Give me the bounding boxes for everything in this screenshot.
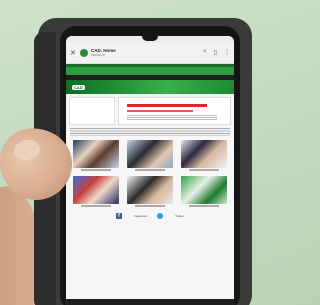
- photo-scene: ✕ CAD. Home cad.sc.in < ▯ ⋮ CAD f Facebo…: [0, 0, 290, 305]
- facebook-label[interactable]: Facebook: [134, 214, 147, 218]
- gallery-caption: [189, 169, 220, 171]
- announcement-text-lines: [127, 115, 217, 120]
- share-icon[interactable]: <: [203, 49, 207, 56]
- announcement-line-2[interactable]: [127, 110, 193, 112]
- browser-toolbar: ✕ CAD. Home cad.sc.in < ▯ ⋮: [66, 43, 234, 64]
- gallery-caption: [189, 205, 220, 207]
- gallery-item[interactable]: [125, 176, 174, 207]
- gallery-image[interactable]: [126, 140, 173, 168]
- gallery-item[interactable]: [71, 140, 120, 171]
- twitter-icon[interactable]: [157, 213, 164, 219]
- site-banner: CAD: [66, 80, 234, 94]
- gallery-image[interactable]: [181, 140, 228, 168]
- notice-text: [70, 128, 230, 136]
- gallery-caption: [134, 169, 165, 171]
- news-panel-right: [118, 97, 231, 125]
- site-logo[interactable]: CAD: [72, 84, 85, 90]
- social-links: f Facebook Twitter: [66, 213, 234, 219]
- phone-screen: ✕ CAD. Home cad.sc.in < ▯ ⋮ CAD f Facebo…: [66, 36, 234, 305]
- menu-dots-icon[interactable]: ⋮: [224, 49, 230, 56]
- photo-gallery: [71, 140, 229, 207]
- gallery-item[interactable]: [180, 176, 229, 207]
- camera-notch: [142, 36, 158, 41]
- close-icon[interactable]: ✕: [70, 49, 80, 57]
- site-favicon-icon: [80, 49, 88, 57]
- twitter-label[interactable]: Twitter: [175, 214, 184, 218]
- status-bar: [66, 36, 234, 43]
- gallery-item[interactable]: [180, 140, 229, 171]
- bookmark-icon[interactable]: ▯: [214, 49, 217, 56]
- gallery-image[interactable]: [126, 176, 173, 204]
- page-url: cad.sc.in: [91, 53, 105, 57]
- gallery-image[interactable]: [72, 176, 119, 204]
- facebook-icon[interactable]: f: [115, 213, 122, 219]
- gallery-caption: [80, 169, 111, 171]
- news-panel: [69, 97, 231, 125]
- browser-actions: < ▯ ⋮: [203, 49, 230, 56]
- news-panel-left: [69, 97, 115, 125]
- announcement-line[interactable]: [127, 104, 207, 107]
- site-footer: [66, 299, 234, 305]
- page-title-block: CAD. Home cad.sc.in: [91, 48, 116, 58]
- site-header: [66, 67, 234, 75]
- gallery-image[interactable]: [181, 176, 228, 204]
- gallery-item[interactable]: [125, 140, 174, 171]
- gallery-caption: [134, 205, 165, 207]
- gallery-item[interactable]: [71, 176, 120, 207]
- gallery-image[interactable]: [72, 140, 119, 168]
- gallery-caption: [80, 205, 111, 207]
